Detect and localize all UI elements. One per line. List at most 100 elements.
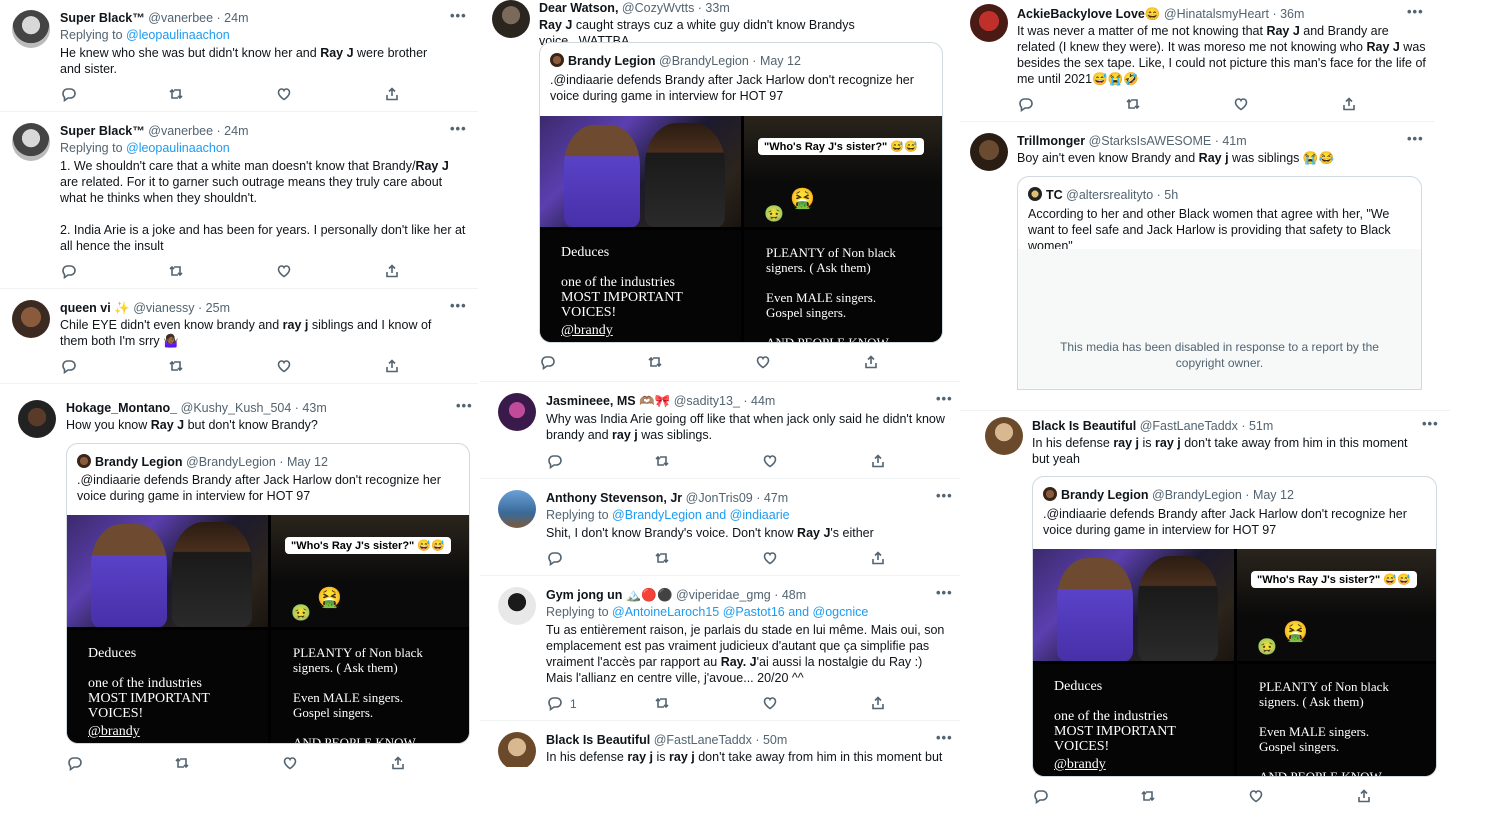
more-icon[interactable]: ••• — [1422, 416, 1439, 431]
share-icon[interactable] — [384, 358, 402, 376]
avatar[interactable] — [492, 0, 530, 38]
retweet-icon[interactable] — [168, 358, 186, 376]
share-icon[interactable] — [870, 550, 888, 568]
reply-icon[interactable] — [546, 695, 564, 713]
author-name[interactable]: Jasmineee, MS 🫶🏽🎀 — [546, 394, 670, 408]
author-name[interactable]: Dear Watson, — [539, 1, 618, 15]
reply-icon[interactable] — [60, 86, 78, 104]
tweet[interactable]: Black Is Beautiful @FastLaneTaddx · 50m … — [480, 722, 960, 767]
handle-time[interactable]: @vianessy · 25m — [133, 301, 230, 315]
tweet[interactable]: Gym jong un 🏔️🔴⚫ @viperidae_gmg · 48m ••… — [480, 577, 960, 721]
reply-icon[interactable] — [539, 354, 557, 372]
handle-time[interactable]: @vanerbee · 24m — [148, 11, 248, 25]
avatar[interactable] — [985, 417, 1023, 455]
tweet[interactable]: Jasmineee, MS 🫶🏽🎀 @sadity13_ · 44m ••• W… — [480, 383, 960, 479]
handle-time[interactable]: @StarksIsAWESOME · 41m — [1089, 134, 1247, 148]
more-icon[interactable]: ••• — [456, 398, 473, 413]
retweet-icon[interactable] — [654, 453, 672, 471]
quote-media[interactable]: "Who's Ray J's sister?" 😅😅 🤮 🤢 Deduces o… — [67, 515, 469, 743]
more-icon[interactable]: ••• — [450, 298, 467, 313]
more-icon[interactable]: ••• — [450, 121, 467, 136]
avatar[interactable] — [18, 400, 56, 438]
like-icon[interactable] — [282, 755, 300, 773]
retweet-icon[interactable] — [168, 263, 186, 281]
reply-icon[interactable] — [1017, 96, 1035, 114]
retweet-icon[interactable] — [174, 755, 192, 773]
like-icon[interactable] — [1248, 788, 1266, 806]
handle-time[interactable]: @sadity13_ · 44m — [674, 394, 776, 408]
author-name[interactable]: Gym jong un 🏔️🔴⚫ — [546, 588, 673, 602]
avatar[interactable] — [498, 393, 536, 431]
more-icon[interactable]: ••• — [450, 8, 467, 23]
author-name[interactable]: Black Is Beautiful — [1032, 419, 1136, 433]
reply-icon[interactable] — [546, 550, 564, 568]
tweet[interactable]: Anthony Stevenson, Jr @JonTris09 · 47m •… — [480, 480, 960, 576]
avatar[interactable] — [498, 587, 536, 625]
retweet-icon[interactable] — [1125, 96, 1143, 114]
like-icon[interactable] — [276, 263, 294, 281]
like-icon[interactable] — [1233, 96, 1251, 114]
author-name[interactable]: Super Black™ — [60, 11, 145, 25]
handle-time[interactable]: @viperidae_gmg · 48m — [676, 588, 806, 602]
reply-icon[interactable] — [546, 453, 564, 471]
handle-time[interactable]: @vanerbee · 24m — [148, 124, 248, 138]
like-icon[interactable] — [276, 86, 294, 104]
quoted-tweet[interactable]: Brandy Legion @BrandyLegion · May 12 .@i… — [539, 42, 943, 343]
handle-time[interactable]: @FastLaneTaddx · 51m — [1140, 419, 1274, 433]
replying-link[interactable]: @leopaulinaachon — [126, 28, 230, 42]
more-icon[interactable]: ••• — [936, 585, 953, 600]
handle-time[interactable]: @CozyWvtts · 33m — [622, 1, 730, 15]
reply-icon[interactable] — [60, 358, 78, 376]
like-icon[interactable] — [276, 358, 294, 376]
quote-media[interactable]: "Who's Ray J's sister?" 😅😅 🤮 🤢 Deduces o… — [540, 116, 942, 342]
author-name[interactable]: Anthony Stevenson, Jr — [546, 491, 682, 505]
retweet-icon[interactable] — [1140, 788, 1158, 806]
replying-link[interactable]: @leopaulinaachon — [126, 141, 230, 155]
share-icon[interactable] — [870, 695, 888, 713]
author-name[interactable]: AckieBackylove Love😄 — [1017, 7, 1160, 21]
avatar[interactable] — [12, 10, 50, 48]
more-icon[interactable]: ••• — [1407, 131, 1424, 146]
reply-icon[interactable] — [66, 755, 84, 773]
retweet-icon[interactable] — [647, 354, 665, 372]
author-name[interactable]: Trillmonger — [1017, 134, 1085, 148]
avatar[interactable] — [498, 490, 536, 528]
like-icon[interactable] — [755, 354, 773, 372]
reply-icon[interactable] — [1032, 788, 1050, 806]
author-name[interactable]: queen vi ✨ — [60, 301, 130, 315]
handle-time[interactable]: @Kushy_Kush_504 · 43m — [181, 401, 327, 415]
share-icon[interactable] — [870, 453, 888, 471]
handle-time[interactable]: @JonTris09 · 47m — [686, 491, 789, 505]
avatar[interactable] — [12, 300, 50, 338]
tweet[interactable]: Super Black™ @vanerbee · 24m ••• Replyin… — [0, 0, 478, 112]
replying-link[interactable]: @BrandyLegion and @indiaarie — [612, 508, 790, 522]
more-icon[interactable]: ••• — [1407, 4, 1424, 19]
retweet-icon[interactable] — [654, 550, 672, 568]
tweet[interactable]: Dear Watson, @CozyWvtts · 33m Ray J caug… — [480, 0, 960, 382]
replying-link[interactable]: @AntoineLaroch15 @Pastot16 and @ogcnice — [612, 605, 868, 619]
tweet[interactable]: Hokage_Montano_ @Kushy_Kush_504 · 43m ••… — [0, 390, 478, 820]
author-name[interactable]: Super Black™ — [60, 124, 145, 138]
more-icon[interactable]: ••• — [936, 730, 953, 745]
share-icon[interactable] — [384, 263, 402, 281]
tweet[interactable]: Trillmonger @StarksIsAWESOME · 41m ••• B… — [960, 123, 1435, 413]
author-name[interactable]: Hokage_Montano_ — [66, 401, 177, 415]
avatar[interactable] — [12, 123, 50, 161]
retweet-icon[interactable] — [168, 86, 186, 104]
like-icon[interactable] — [762, 695, 780, 713]
more-icon[interactable]: ••• — [936, 391, 953, 406]
avatar[interactable] — [498, 732, 536, 767]
share-icon[interactable] — [390, 755, 408, 773]
like-icon[interactable] — [762, 550, 780, 568]
share-icon[interactable] — [863, 354, 881, 372]
quoted-tweet[interactable]: Brandy Legion @BrandyLegion · May 12 .@i… — [1032, 476, 1437, 777]
avatar[interactable] — [970, 4, 1008, 42]
tweet[interactable]: Super Black™ @vanerbee · 24m ••• Replyin… — [0, 113, 478, 289]
handle-time[interactable]: @FastLaneTaddx · 50m — [654, 733, 788, 747]
more-icon[interactable]: ••• — [936, 488, 953, 503]
share-icon[interactable] — [1356, 788, 1374, 806]
tweet[interactable]: Black Is Beautiful @FastLaneTaddx · 51m … — [960, 410, 1450, 820]
handle-time[interactable]: @HinatalsmyHeart · 36m — [1164, 7, 1305, 21]
tweet[interactable]: AckieBackylove Love😄 @HinatalsmyHeart · … — [960, 0, 1435, 122]
avatar[interactable] — [970, 133, 1008, 171]
